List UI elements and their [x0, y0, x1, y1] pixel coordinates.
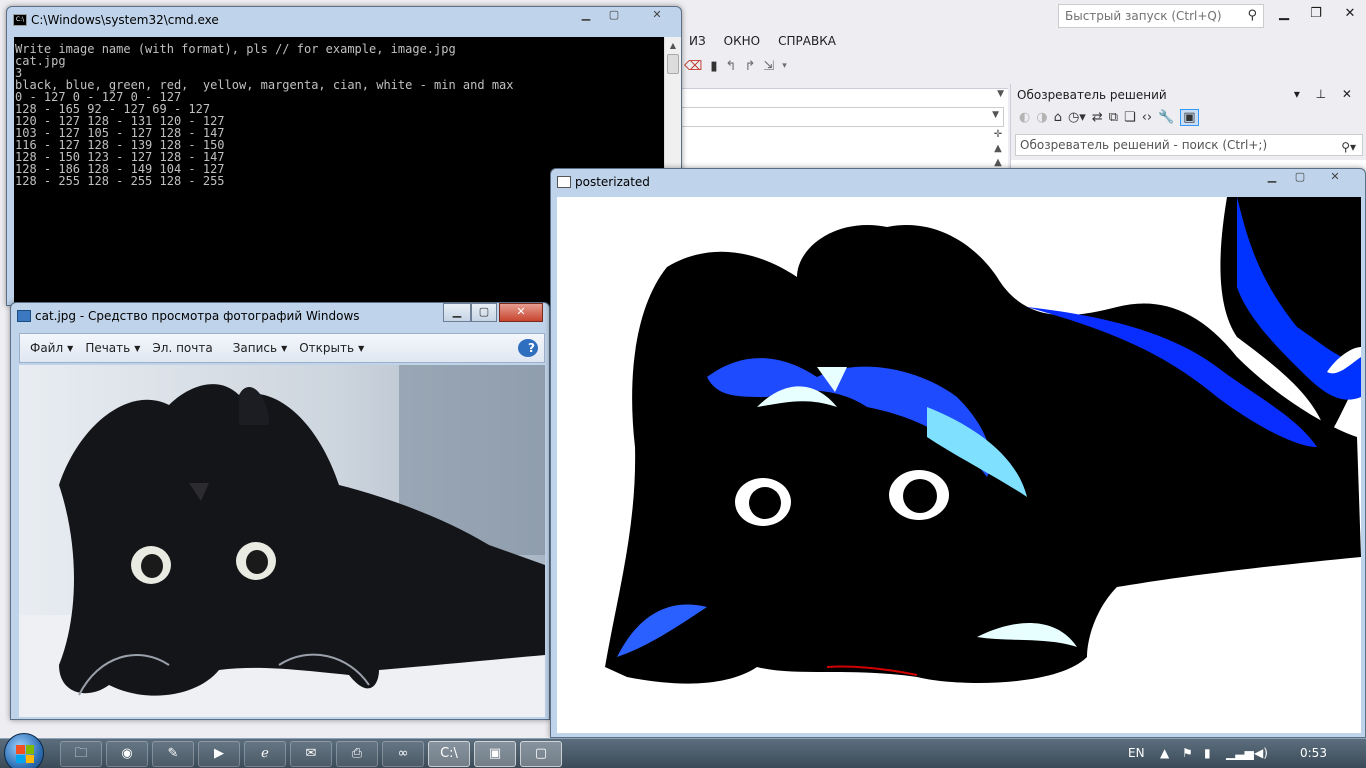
vs-menubar: ИЗ ОКНО СПРАВКА [680, 32, 845, 52]
menu-file[interactable]: Файл [20, 341, 73, 355]
cmd-icon: C:\ [13, 14, 27, 26]
chevron-down-icon: ▼ [67, 343, 74, 353]
bookmark-prev-icon[interactable]: ↰ [726, 59, 737, 74]
console-line: Write image name (with format), pls // f… [15, 42, 456, 56]
network-icon[interactable]: ▁▃▅ [1226, 746, 1254, 760]
posterized-title: posterizated [575, 175, 650, 189]
bookmark-clear-icon[interactable]: ⇲ [763, 59, 774, 74]
close-button[interactable]: ✕ [499, 303, 543, 322]
vs-titlebar: Быстрый запуск (Ctrl+Q) ⚲ ▁ ❐ ✕ [680, 0, 1366, 32]
properties-icon[interactable]: 🔧 [1158, 110, 1174, 125]
system-tray: EN ▲ ⚑ ▮ ▁▃▅ ◀) 0:53 [1116, 739, 1366, 768]
menu-burn[interactable]: Запись [223, 341, 287, 355]
search-icon: ⚲ [1247, 8, 1257, 23]
minimize-button[interactable]: ▁ [573, 7, 599, 26]
quick-launch-input[interactable]: Быстрый запуск (Ctrl+Q) ⚲ [1058, 4, 1264, 28]
scanner-icon[interactable]: ⎙ [336, 741, 378, 767]
posterized-window: posterizated ▁ ▢ ✕ [550, 168, 1366, 738]
show-hidden-icons-icon[interactable]: ▲ [1160, 746, 1169, 760]
minimize-button[interactable]: ▁ [1272, 6, 1296, 26]
sync-icon[interactable]: ⇄ [1092, 110, 1103, 125]
solution-search-placeholder: Обозреватель решений - поиск (Ctrl+;) [1020, 138, 1268, 152]
menu-print[interactable]: Печать [75, 341, 140, 355]
language-indicator[interactable]: EN [1128, 746, 1145, 760]
posterized-image [557, 197, 1361, 733]
cmd-title: C:\Windows\system32\cmd.exe [31, 13, 219, 27]
power-icon[interactable]: ▮ [1204, 746, 1211, 760]
cmd-icon[interactable]: C:\ [428, 741, 470, 767]
solution-explorer-toolbar: ◐ ◑ ⌂ ◷▾ ⇄ ⧉ ❏ ‹› 🔧 ▣ [1019, 109, 1199, 126]
photo-viewer-window: cat.jpg - Средство просмотра фотографий … [10, 302, 550, 720]
solution-explorer-title: Обозреватель решений [1017, 88, 1167, 102]
solution-explorer-search[interactable]: Обозреватель решений - поиск (Ctrl+;) ⚲▾ [1015, 134, 1363, 156]
maximize-button[interactable]: ❐ [1304, 6, 1328, 26]
close-button[interactable]: ✕ [1338, 6, 1362, 26]
chevron-down-icon: ▼ [992, 110, 999, 120]
cat-photo [19, 365, 545, 717]
menu-item-window[interactable]: ОКНО [715, 32, 769, 52]
bookmark-icon[interactable]: ▮ [710, 59, 717, 74]
menu-item-analyze[interactable]: ИЗ [680, 32, 715, 52]
photo-viewer-menubar: Файл ▼ Печать ▼ Эл. почта Запись ▼ Открыть ▼… [19, 333, 545, 363]
photo-viewer-title: cat.jpg - Средство просмотра фотографий … [35, 309, 360, 323]
menu-item-help[interactable]: СПРАВКА [769, 32, 845, 52]
posterized-cat-drawing [605, 197, 1361, 684]
maximize-button[interactable]: ▢ [601, 7, 627, 26]
home-icon[interactable]: ⌂ [1054, 110, 1062, 125]
maximize-button[interactable]: ▢ [1287, 169, 1313, 188]
close-button[interactable]: ✕ [1317, 169, 1353, 188]
opencv-window-icon[interactable]: ▢ [520, 741, 562, 767]
explorer-icon[interactable]: 🗀 [60, 741, 102, 767]
photo-viewer-icon[interactable]: ▣ [474, 741, 516, 767]
ie-icon[interactable]: ℯ [244, 741, 286, 767]
chrome-icon[interactable]: ◉ [106, 741, 148, 767]
photo-viewer-icon [17, 310, 31, 322]
chevron-down-icon: ▼ [358, 343, 365, 353]
forward-icon[interactable]: ◑ [1036, 110, 1047, 125]
comment-icon[interactable]: ⌫ [684, 59, 702, 74]
action-center-icon[interactable]: ⚑ [1182, 746, 1193, 760]
editor-split-controls[interactable]: ✛ ▲ ▲ [988, 128, 1008, 172]
scroll-up-icon[interactable]: ▲ [665, 37, 681, 54]
volume-icon[interactable]: ◀) [1254, 746, 1268, 760]
chevron-down-icon: ▼ [281, 343, 288, 353]
minimize-button[interactable]: ▁ [1259, 169, 1285, 188]
maximize-button[interactable]: ▢ [471, 303, 497, 322]
chevron-down-icon: ▼ [134, 343, 141, 353]
windows-logo-icon [16, 745, 34, 763]
close-button[interactable]: ✕ [639, 7, 675, 26]
code-view-icon[interactable]: ‹› [1142, 110, 1152, 125]
visual-studio-icon[interactable]: ∞ [382, 741, 424, 767]
bookmark-next-icon[interactable]: ↱ [744, 59, 755, 74]
chevron-down-icon[interactable]: ▼ [997, 89, 1004, 99]
preview-icon[interactable]: ▣ [1180, 109, 1199, 126]
notepad-icon[interactable]: ✎ [152, 741, 194, 767]
menu-open[interactable]: Открыть [289, 341, 364, 355]
help-icon[interactable]: ? [518, 339, 538, 357]
console-line: cat.jpg [15, 54, 66, 68]
member-dropdown[interactable]: ▼ [680, 107, 1004, 127]
back-icon[interactable]: ◐ [1019, 110, 1030, 125]
media-player-icon[interactable]: ▶ [198, 741, 240, 767]
taskbar: 🗀 ◉ ✎ ▶ ℯ ✉ ⎙ ∞ C:\ ▣ ▢ EN ▲ ⚑ ▮ ▁▃▅ ◀) … [0, 733, 1366, 768]
vs-toolbar: ⌫ ▮ ↰ ↱ ⇲ ▾ [680, 54, 1000, 78]
menu-email[interactable]: Эл. почта [142, 341, 222, 355]
scroll-thumb[interactable] [667, 54, 679, 74]
show-all-files-icon[interactable]: ❏ [1124, 110, 1136, 125]
cat-photo-drawing [19, 365, 545, 717]
minimize-button[interactable]: ▁ [443, 303, 471, 322]
history-icon[interactable]: ◷▾ [1068, 110, 1086, 125]
clock[interactable]: 0:53 [1300, 746, 1327, 760]
panel-controls[interactable]: ▾ ⊥ ✕ [1294, 87, 1358, 101]
search-icon: ⚲▾ [1341, 140, 1356, 154]
collapse-all-icon[interactable]: ⧉ [1109, 110, 1118, 125]
code-editor-area: ▼ ▼ [680, 88, 1008, 172]
start-button[interactable] [4, 733, 44, 768]
toolbar-overflow-icon[interactable]: ▾ [782, 61, 787, 71]
quick-launch-placeholder: Быстрый запуск (Ctrl+Q) [1065, 9, 1222, 23]
opencv-window-icon [557, 176, 571, 188]
outlook-icon[interactable]: ✉ [290, 741, 332, 767]
